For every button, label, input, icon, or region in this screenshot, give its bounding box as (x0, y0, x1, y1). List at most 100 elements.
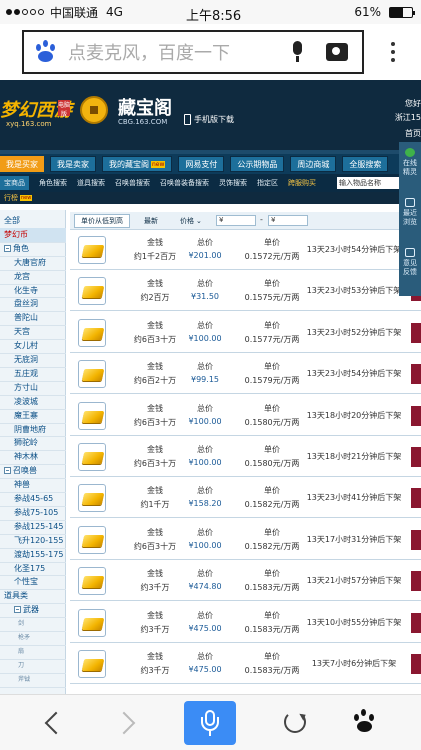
table-row[interactable]: 金钱 约1千2百万 总价 ¥201.00 单价 0.1572元/万两 13天23小时54分钟… (70, 230, 421, 270)
sidebar-item[interactable]: 全部 (0, 214, 66, 228)
subnav-link[interactable]: 灵饰搜索 (219, 178, 247, 188)
sidebar-item[interactable]: 飞升120-155 (0, 534, 66, 548)
sidebar-item[interactable]: 斧钺 (0, 673, 66, 687)
sidebar-item[interactable]: 个性宝 (0, 575, 66, 589)
table-row[interactable]: 金钱 约1千万 总价 ¥158.20 单价 0.1582元/万两 13天23小时41分钟后下… (70, 478, 421, 519)
sidebar-item[interactable]: 扇 (0, 645, 66, 659)
subnav-link[interactable]: 召唤兽搜索 (115, 178, 150, 188)
ranking-row[interactable]: 行榜 new (0, 192, 421, 204)
sidebar-item[interactable]: 魔王寨 (0, 409, 66, 423)
buy-button[interactable] (411, 654, 421, 674)
sidebar-item[interactable]: 化圣175 (0, 562, 66, 576)
search-input[interactable]: 点麦克风，百度一下 (22, 30, 364, 74)
sidebar-item[interactable]: 召唤兽 (0, 464, 66, 478)
buy-button[interactable] (411, 364, 421, 385)
gold-ingot-thumbnail[interactable] (78, 650, 106, 678)
price-min-input[interactable]: ¥ (216, 215, 256, 226)
sidebar-item[interactable]: 武器 (0, 603, 66, 617)
subnav-link[interactable]: 跨服购买 (288, 178, 316, 188)
gold-ingot-thumbnail[interactable] (78, 277, 106, 306)
table-row[interactable]: 金钱 约3千万 总价 ¥475.00 单价 0.1583元/万两 13天10小时55分钟后下… (70, 603, 421, 643)
collapse-icon[interactable] (14, 606, 21, 614)
camera-icon[interactable] (326, 43, 348, 61)
sidebar-item[interactable]: 刀 (0, 659, 66, 673)
nav-tab[interactable]: 周边商城 (290, 156, 337, 172)
nav-tab[interactable]: 网易支付 (178, 156, 225, 172)
subnav-link[interactable]: 道具搜索 (77, 178, 105, 188)
table-row[interactable]: 金钱 约6百3十万 总价 ¥100.00 单价 0.1580元/万两 13天18小时21分钟… (70, 437, 421, 477)
table-row[interactable]: 金钱 约3千万 总价 ¥475.00 单价 0.1583元/万两 13天7小时6分钟后下架 (70, 644, 421, 684)
sidebar-item[interactable]: 天宫 (0, 325, 66, 339)
sidebar-item[interactable]: 参战45-65 (0, 492, 66, 506)
buy-button[interactable] (411, 529, 421, 550)
sidebar-item[interactable]: 凌波城 (0, 395, 66, 409)
sort-price-tab[interactable]: 价格 ⌄ (180, 214, 202, 228)
buy-button[interactable] (411, 447, 421, 467)
buy-button[interactable] (411, 405, 421, 426)
back-icon[interactable] (40, 709, 68, 737)
sidebar-item[interactable]: 大唐官府 (0, 256, 66, 270)
sidebar-item[interactable]: 女儿村 (0, 339, 66, 353)
gold-ingot-thumbnail[interactable] (78, 484, 106, 513)
buy-button[interactable] (411, 488, 421, 509)
nav-tab[interactable]: 公示期物品 (230, 156, 285, 172)
sidebar-item[interactable]: 梦幻币 (0, 227, 66, 242)
nav-tab[interactable]: 我是卖家 (50, 156, 96, 172)
refresh-icon[interactable] (284, 711, 306, 733)
collapse-icon[interactable] (4, 244, 11, 252)
nav-tab[interactable]: 我是买家 (0, 156, 44, 172)
sidebar-item[interactable]: 参战75-105 (0, 506, 66, 520)
gold-ingot-thumbnail[interactable] (78, 236, 106, 264)
table-row[interactable]: 金钱 约3千万 总价 ¥474.80 单价 0.1583元/万两 13天21小时57分钟后下… (70, 561, 421, 602)
sort-unit-price-asc-tab[interactable]: 单价从低到高 (74, 214, 130, 228)
cbg-coin-logo-icon[interactable] (80, 96, 108, 124)
sidebar-item[interactable]: 神兽 (0, 478, 66, 492)
home-link[interactable]: 首页 (405, 128, 421, 139)
nav-tab[interactable]: 全服搜索 (342, 156, 389, 172)
buy-button[interactable] (411, 612, 421, 633)
table-row[interactable]: 金钱 约6百3十万 总价 ¥100.00 单价 0.1580元/万两 13天18小时20分钟… (70, 396, 421, 436)
subnav-link[interactable]: 指定区 (257, 178, 278, 188)
sidebar-item[interactable]: 神木林 (0, 450, 66, 464)
sidebar-item[interactable]: 道具类 (0, 589, 66, 603)
table-row[interactable]: 金钱 约6百3十万 总价 ¥100.00 单价 0.1582元/万两 13天17小时31分钟… (70, 520, 421, 560)
gold-ingot-thumbnail[interactable] (78, 443, 106, 471)
sidebar-item[interactable]: 化生寺 (0, 284, 66, 298)
baidu-home-icon[interactable] (352, 709, 378, 735)
gold-ingot-thumbnail[interactable] (78, 401, 106, 430)
buy-button[interactable] (411, 571, 421, 592)
sidebar-item[interactable]: 阴曹地府 (0, 423, 66, 437)
site-title[interactable]: 藏宝阁 (118, 94, 172, 120)
sidebar-item[interactable]: 参战125-145 (0, 520, 66, 534)
sidebar-item[interactable]: 方寸山 (0, 381, 66, 395)
table-row[interactable]: 金钱 约6百3十万 总价 ¥100.00 单价 0.1577元/万两 13天23小时52分钟… (70, 313, 421, 353)
sidebar-item[interactable]: 狮驼岭 (0, 436, 66, 450)
gold-ingot-thumbnail[interactable] (78, 318, 106, 347)
nav-tab[interactable]: 我的藏宝阁 new (102, 156, 173, 172)
subnav-link[interactable]: 角色搜索 (39, 178, 67, 188)
voice-search-button[interactable] (184, 701, 236, 745)
sidebar-item[interactable]: 普陀山 (0, 311, 66, 325)
sidebar-item[interactable]: 无底洞 (0, 353, 66, 367)
subnav-link[interactable]: 宝商品 (0, 176, 29, 190)
gold-ingot-thumbnail[interactable] (78, 360, 106, 389)
floating-helper-item[interactable]: 意见 反馈 (400, 248, 420, 277)
sidebar-item[interactable]: 龙宫 (0, 270, 66, 284)
buy-button[interactable] (411, 322, 421, 343)
sidebar-item[interactable]: 盘丝洞 (0, 297, 66, 311)
sidebar-item[interactable]: 角色 (0, 242, 66, 256)
sidebar-item[interactable]: 枪矛 (0, 631, 66, 645)
floating-helper-item[interactable]: 最近 浏览 (400, 198, 420, 227)
collapse-icon[interactable] (4, 467, 11, 475)
forward-icon[interactable] (112, 709, 140, 737)
subnav-link[interactable]: 召唤兽装备搜索 (160, 178, 209, 188)
price-max-input[interactable]: ¥ (268, 215, 308, 226)
sidebar-item[interactable]: 剑 (0, 617, 66, 631)
sidebar-item[interactable]: 渡劫155-175 (0, 548, 66, 562)
mobile-download-link[interactable]: 手机版下载 (184, 114, 234, 125)
gold-ingot-thumbnail[interactable] (78, 525, 106, 554)
more-menu-icon[interactable] (391, 42, 395, 62)
gold-ingot-thumbnail[interactable] (78, 608, 106, 637)
table-row[interactable]: 金钱 约6百2十万 总价 ¥99.15 单价 0.1579元/万两 13天23小时54分钟后… (70, 354, 421, 395)
table-row[interactable]: 金钱 约2百万 总价 ¥31.50 单价 0.1575元/万两 13天23小时53分钟后下架 (70, 271, 421, 312)
